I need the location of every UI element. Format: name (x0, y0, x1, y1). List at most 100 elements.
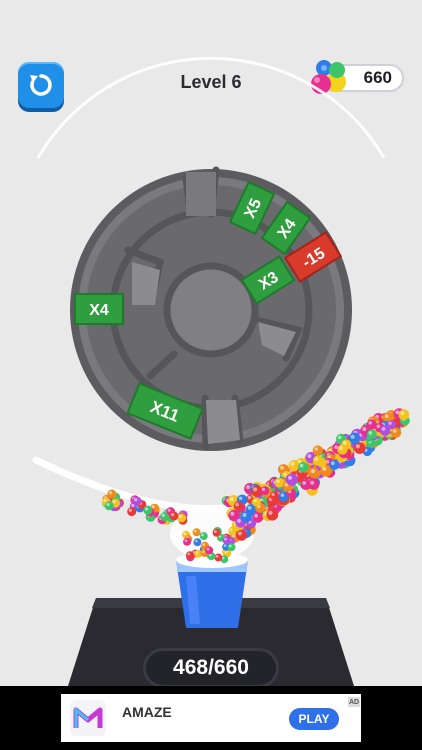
ball (185, 551, 194, 560)
ad-app-name: AMAZE (122, 704, 172, 720)
ad-badge: AD (348, 697, 360, 707)
ball-highlight (195, 551, 199, 554)
ball-highlight (228, 544, 232, 548)
ball (252, 497, 261, 507)
ball-highlight (299, 463, 304, 468)
ball (227, 543, 236, 552)
ball-highlight (238, 496, 243, 501)
ball-highlight (187, 552, 191, 556)
ball-highlight (106, 502, 110, 507)
ball (143, 505, 153, 515)
ball-highlight (237, 518, 241, 523)
ball (366, 419, 377, 430)
ball-highlight (339, 446, 343, 450)
ball-highlight (261, 487, 266, 491)
ball-highlight (235, 502, 239, 507)
ball (107, 489, 117, 499)
ball-highlight (302, 481, 307, 485)
ball-highlight (214, 530, 217, 533)
ball (104, 501, 114, 511)
ball (233, 501, 244, 511)
ball-highlight (134, 498, 138, 502)
ball-highlight (215, 554, 219, 558)
ball-highlight (201, 533, 204, 537)
ball-highlight (202, 543, 206, 546)
ball (183, 537, 192, 546)
ball-highlight (253, 487, 258, 492)
ball-highlight (376, 424, 380, 428)
ball-highlight (368, 421, 373, 425)
collector-cup (176, 552, 248, 628)
ball (337, 444, 348, 455)
ball-highlight (314, 447, 319, 451)
ball-highlight (368, 431, 373, 435)
ball (212, 528, 221, 537)
ball (222, 536, 231, 545)
ball-highlight (247, 506, 252, 510)
ball (312, 445, 323, 456)
ball-highlight (310, 469, 316, 474)
ball-highlight (229, 528, 233, 532)
ball (214, 553, 223, 562)
ball-highlight (276, 479, 280, 483)
ball-highlight (194, 539, 198, 543)
ball-highlight (314, 457, 319, 461)
ball-highlight (350, 434, 355, 439)
ball-highlight (280, 493, 285, 497)
ball-highlight (271, 492, 275, 497)
ball (312, 455, 324, 466)
ball-highlight (246, 485, 251, 490)
ball-highlight (254, 513, 258, 518)
ball-highlight (238, 531, 242, 536)
ball-highlight (224, 537, 227, 541)
ball (308, 478, 320, 490)
ball (398, 409, 410, 421)
ball-highlight (194, 529, 197, 533)
top-guide-arc (36, 56, 386, 159)
ball (266, 508, 279, 521)
ball-highlight (362, 426, 367, 432)
ball-highlight (297, 459, 302, 464)
collected-progress: 468/660 (143, 648, 279, 688)
ball-highlight (268, 510, 273, 515)
ball (236, 529, 248, 541)
ball-highlight (161, 513, 165, 518)
ball (169, 511, 179, 521)
ball (127, 507, 137, 517)
ball-highlight (229, 497, 234, 502)
ball (160, 512, 170, 522)
ball-highlight (334, 445, 338, 450)
ball-highlight (230, 511, 235, 516)
ball-highlight (355, 444, 360, 449)
ball-highlight (381, 427, 386, 431)
ball (240, 511, 252, 523)
ball (192, 528, 201, 537)
ball-highlight (112, 500, 116, 504)
ball (132, 496, 142, 506)
ball-highlight (151, 505, 155, 509)
ball (193, 538, 202, 547)
ball-highlight (307, 454, 312, 458)
ball-highlight (384, 414, 389, 419)
ball-highlight (392, 429, 397, 433)
amaze-logo-icon (70, 700, 106, 736)
ball-highlight (206, 547, 210, 551)
ball-highlight (253, 499, 257, 503)
ball (379, 425, 391, 436)
ball-highlight (145, 507, 149, 511)
ball-highlight (109, 491, 113, 495)
ball-highlight (183, 532, 187, 536)
ball-highlight (178, 514, 182, 519)
ball-highlight (400, 411, 405, 415)
game-scene: X5 X4 -15 X3 X4 X11 (32, 56, 410, 686)
multiplier-tile: X4 (74, 293, 124, 325)
ball-highlight (171, 513, 175, 517)
ball-highlight (202, 550, 205, 554)
ball-highlight (388, 421, 392, 425)
ball-highlight (310, 480, 315, 485)
ball (260, 486, 270, 496)
ball-highlight (337, 435, 342, 440)
ad-play-button[interactable]: PLAY (289, 708, 339, 730)
ball-highlight (343, 441, 347, 445)
ball (297, 462, 309, 473)
